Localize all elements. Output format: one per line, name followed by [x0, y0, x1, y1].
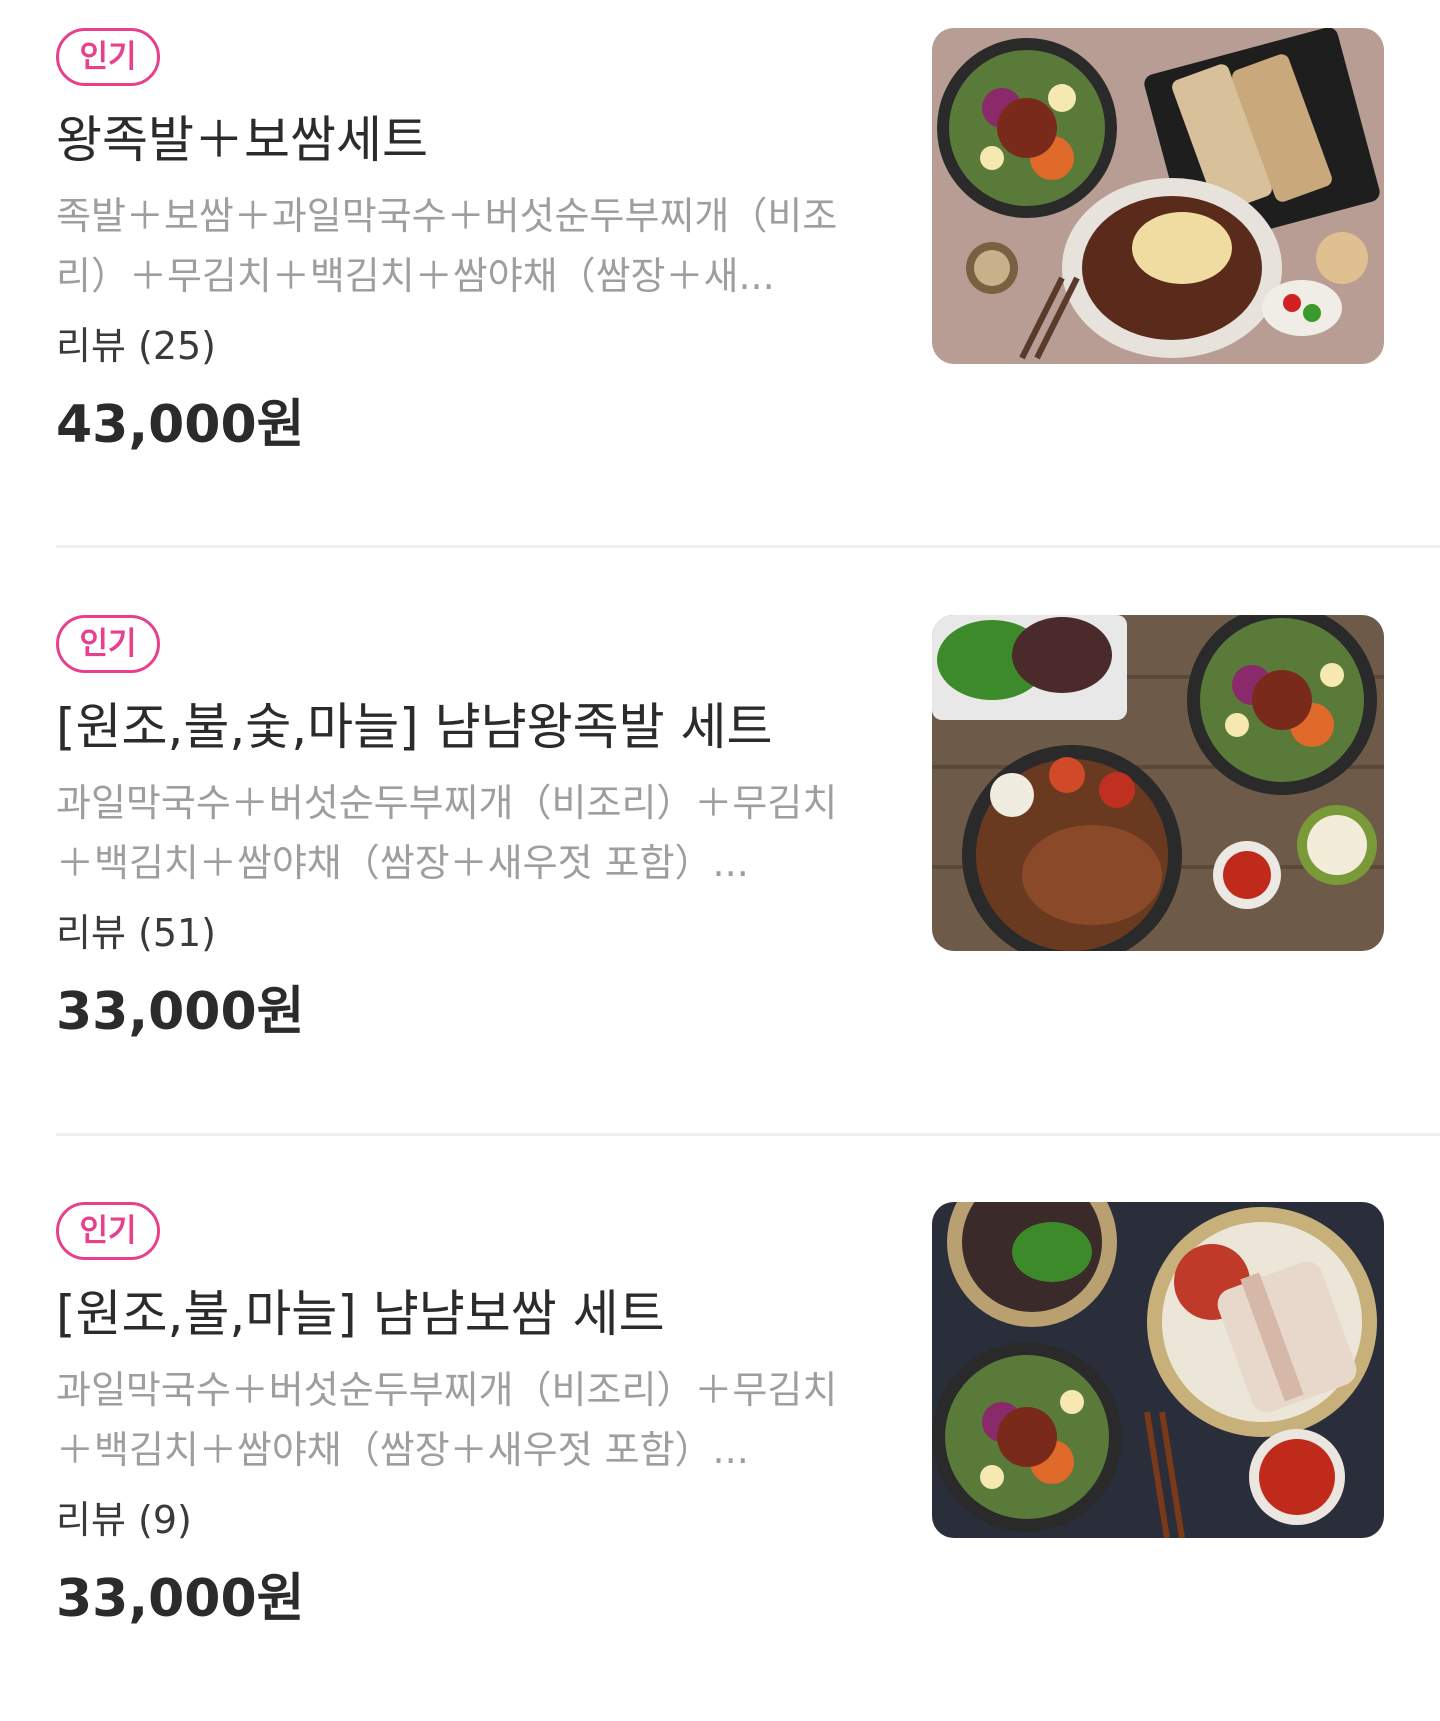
menu-item-photo[interactable] — [932, 1202, 1384, 1538]
review-count: 리뷰 (25) — [56, 324, 217, 368]
food-photo-jokbal-set — [932, 615, 1384, 951]
menu-item-description: 족발＋보쌈＋과일막국수＋버섯순두부찌개（비조리）＋무김치＋백김치＋쌈야채（쌈장＋… — [56, 194, 838, 298]
menu-item-photo[interactable] — [932, 615, 1384, 951]
menu-item-title: [원조,불,숯,마늘] 냠냠왕족발 세트 — [56, 698, 773, 756]
item-divider — [56, 1133, 1440, 1136]
menu-item-price: 43,000원 — [56, 395, 305, 455]
menu-item-price: 33,000원 — [56, 1569, 305, 1629]
popular-badge: 인기 — [56, 1202, 160, 1260]
popular-badge: 인기 — [56, 615, 160, 673]
menu-item[interactable]: 인기 [원조,불,숯,마늘] 냠냠왕족발 세트 과일막국수＋버섯순두부찌개（비조… — [0, 587, 1440, 1172]
menu-item-description: 과일막국수＋버섯순두부찌개（비조리）＋무김치＋백김치＋쌈야채（쌈장＋새우젓 포함… — [56, 781, 838, 885]
menu-item-info: 인기 왕족발＋보쌈세트 족발＋보쌈＋과일막국수＋버섯순두부찌개（비조리）＋무김치… — [56, 28, 856, 458]
menu-item-price: 33,000원 — [56, 982, 305, 1042]
menu-item-title: 왕족발＋보쌈세트 — [56, 111, 428, 169]
review-count: 리뷰 (51) — [56, 911, 217, 955]
menu-list: 인기 왕족발＋보쌈세트 족발＋보쌈＋과일막국수＋버섯순두부찌개（비조리）＋무김치… — [0, 0, 1440, 1721]
item-divider — [56, 545, 1440, 548]
menu-item-description: 과일막국수＋버섯순두부찌개（비조리）＋무김치＋백김치＋쌈야채（쌈장＋새우젓 포함… — [56, 1368, 838, 1472]
food-photo-bossam-set — [932, 1202, 1384, 1538]
food-photo-jokbal-bossam — [932, 28, 1384, 364]
menu-item[interactable]: 인기 [원조,불,마늘] 냠냠보쌈 세트 과일막국수＋버섯순두부찌개（비조리）＋… — [0, 1174, 1440, 1721]
review-count: 리뷰 (9) — [56, 1498, 192, 1542]
menu-item-title: [원조,불,마늘] 냠냠보쌈 세트 — [56, 1285, 665, 1343]
popular-badge: 인기 — [56, 28, 160, 86]
menu-item-info: 인기 [원조,불,마늘] 냠냠보쌈 세트 과일막국수＋버섯순두부찌개（비조리）＋… — [56, 1202, 856, 1632]
menu-item[interactable]: 인기 왕족발＋보쌈세트 족발＋보쌈＋과일막국수＋버섯순두부찌개（비조리）＋무김치… — [0, 0, 1440, 585]
menu-item-info: 인기 [원조,불,숯,마늘] 냠냠왕족발 세트 과일막국수＋버섯순두부찌개（비조… — [56, 615, 856, 1045]
menu-item-photo[interactable] — [932, 28, 1384, 364]
